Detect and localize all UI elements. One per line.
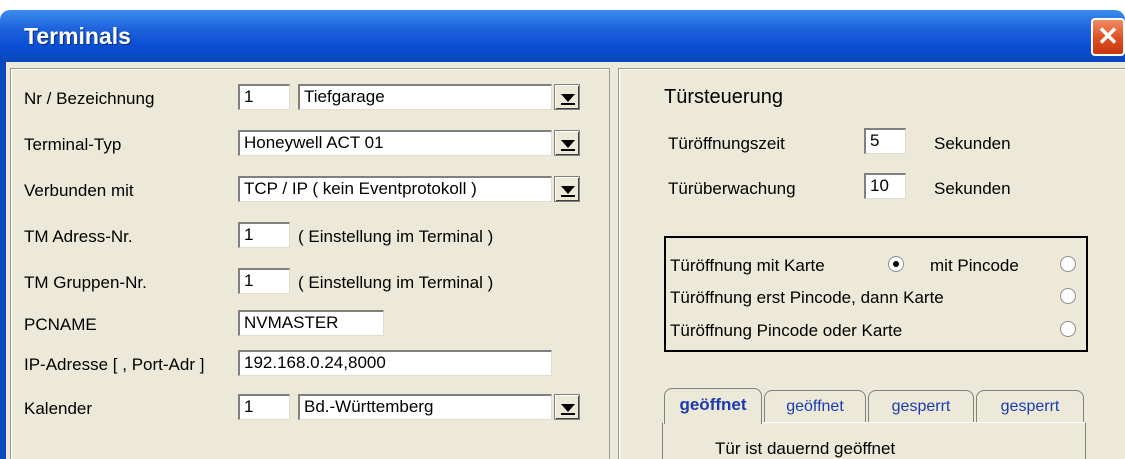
ip-adresse-label: IP-Adresse [ , Port-Adr ] — [24, 355, 205, 374]
tab-panel-text: Tür ist dauernd geöffnet — [715, 439, 896, 458]
tueroeffnungszeit-label: Türöffnungszeit — [668, 134, 785, 153]
close-icon: ✕ — [1097, 21, 1119, 51]
option-karte-radio[interactable] — [888, 256, 904, 272]
kalender-dropdown-button[interactable] — [554, 394, 580, 420]
kalender-nr-input[interactable]: 1 — [238, 394, 290, 420]
option-pincode-radio[interactable] — [1060, 256, 1076, 272]
option-pin-oder-karte-label: Türöffnung Pincode oder Karte — [670, 321, 903, 340]
verbunden-mit-select[interactable]: TCP / IP ( kein Eventprotokoll ) — [238, 176, 552, 202]
tm-adress-hint: ( Einstellung im Terminal ) — [298, 227, 494, 246]
option-pincode-label: mit Pincode — [930, 256, 1019, 275]
window-titlebar: Terminals ✕ — [0, 10, 1125, 62]
verbunden-mit-dropdown-button[interactable] — [554, 176, 580, 202]
tm-adress-label: TM Adress-Nr. — [24, 227, 133, 246]
tm-adress-input[interactable]: 1 — [238, 222, 290, 248]
option-pin-oder-karte-radio[interactable] — [1060, 321, 1076, 337]
nr-bezeichnung-label: Nr / Bezeichnung — [24, 89, 155, 108]
tueroeffnungszeit-unit: Sekunden — [934, 134, 1011, 153]
tuersteuerung-heading: Türsteuerung — [664, 86, 783, 108]
kalender-select[interactable]: Bd.-Württemberg — [298, 394, 552, 420]
terminal-name-dropdown-button[interactable] — [554, 84, 580, 110]
tm-gruppen-input[interactable]: 1 — [238, 268, 290, 294]
tab-strip: geöffnet geöffnet gesperrt gesperrt — [660, 388, 1090, 424]
tuerueberwachung-unit: Sekunden — [934, 179, 1011, 198]
tab-panel: Tür ist dauernd geöffnet — [662, 422, 1086, 459]
verbunden-mit-label: Verbunden mit — [24, 181, 134, 200]
window-title: Terminals — [24, 23, 131, 49]
tueroeffnungszeit-input[interactable]: 5 — [864, 128, 906, 154]
option-pin-dann-karte-label: Türöffnung erst Pincode, dann Karte — [670, 288, 944, 307]
ip-adresse-input[interactable]: 192.168.0.24,8000 — [238, 350, 552, 376]
tm-gruppen-hint: ( Einstellung im Terminal ) — [298, 273, 494, 292]
kalender-label: Kalender — [24, 399, 93, 418]
terminal-name-select[interactable]: Tiefgarage — [298, 84, 552, 110]
tab-geoeffnet-1[interactable]: geöffnet — [664, 388, 762, 424]
tuerueberwachung-label: Türüberwachung — [668, 179, 796, 198]
option-pin-dann-karte-radio[interactable] — [1060, 288, 1076, 304]
pcname-label: PCNAME — [24, 315, 97, 334]
terminal-nr-input[interactable]: 1 — [238, 84, 290, 110]
close-button[interactable]: ✕ — [1091, 18, 1125, 56]
tab-gesperrt-2[interactable]: gesperrt — [976, 390, 1084, 422]
tm-gruppen-label: TM Gruppen-Nr. — [24, 273, 147, 292]
terminal-typ-label: Terminal-Typ — [24, 135, 122, 154]
terminal-typ-select[interactable]: Honeywell ACT 01 — [238, 130, 552, 156]
terminal-typ-dropdown-button[interactable] — [554, 130, 580, 156]
tab-gesperrt-1[interactable]: gesperrt — [868, 390, 974, 422]
tab-geoeffnet-2[interactable]: geöffnet — [764, 390, 866, 422]
tuerueberwachung-input[interactable]: 10 — [864, 173, 906, 199]
option-karte-label: Türöffnung mit Karte — [670, 256, 825, 275]
pcname-input[interactable]: NVMASTER — [238, 310, 384, 336]
